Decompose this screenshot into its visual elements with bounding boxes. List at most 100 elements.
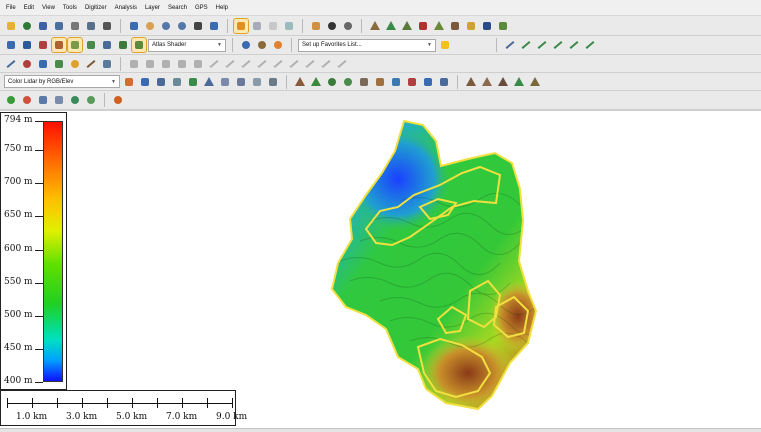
pin-icon[interactable] xyxy=(20,38,34,52)
chart-icon[interactable] xyxy=(116,38,130,52)
info-icon[interactable] xyxy=(325,19,339,33)
raster-icon[interactable] xyxy=(36,38,50,52)
search-icon[interactable] xyxy=(341,19,355,33)
grid-icon[interactable] xyxy=(100,38,114,52)
print-icon[interactable] xyxy=(100,19,114,33)
menu-item-tools[interactable]: Tools xyxy=(63,5,77,11)
move-icon[interactable] xyxy=(127,57,141,71)
clipboard-icon[interactable] xyxy=(100,57,114,71)
shade-tool-icon[interactable] xyxy=(67,37,83,53)
draw-polyline-icon[interactable] xyxy=(519,38,533,52)
delete-icon[interactable] xyxy=(266,19,280,33)
menu-item-help[interactable]: Help xyxy=(216,5,228,11)
extend-icon[interactable] xyxy=(287,57,301,71)
menu-item-gps[interactable]: GPS xyxy=(195,5,208,11)
table-icon[interactable] xyxy=(52,19,66,33)
waypoint-icon[interactable] xyxy=(84,93,98,107)
point-density-icon[interactable] xyxy=(266,75,280,89)
percent-icon[interactable] xyxy=(51,37,67,53)
valley-icon[interactable] xyxy=(512,75,526,89)
pan-hand-icon[interactable] xyxy=(143,19,157,33)
layer-style-select[interactable]: Color Lidar by RGB/Elev ▼ xyxy=(4,75,120,88)
open-folder-icon[interactable] xyxy=(4,19,18,33)
draw-line-icon[interactable] xyxy=(503,38,517,52)
select-points-icon[interactable] xyxy=(154,75,168,89)
peak-icon[interactable] xyxy=(496,75,510,89)
measure-ruler-icon[interactable] xyxy=(309,19,323,33)
draw-curve-icon[interactable] xyxy=(551,38,565,52)
shader-select[interactable]: Atlas Shader ▼ xyxy=(148,38,226,52)
filter-icon[interactable] xyxy=(122,75,136,89)
draw-stream-icon[interactable] xyxy=(567,38,581,52)
mountain-icon[interactable] xyxy=(464,75,478,89)
join-icon[interactable] xyxy=(191,57,205,71)
favorite-star-icon[interactable] xyxy=(438,38,452,52)
split-icon[interactable] xyxy=(175,57,189,71)
settings-gear-icon[interactable] xyxy=(255,38,269,52)
globe-icon[interactable] xyxy=(20,19,34,33)
smooth-icon[interactable] xyxy=(255,57,269,71)
gps-icon[interactable] xyxy=(68,93,82,107)
intersect-icon[interactable] xyxy=(303,57,317,71)
home-icon[interactable] xyxy=(207,19,221,33)
menu-item-file[interactable]: File xyxy=(6,5,16,11)
digitize-pencil-icon[interactable] xyxy=(233,17,249,34)
histogram-icon[interactable] xyxy=(84,38,98,52)
save-icon[interactable] xyxy=(36,19,50,33)
play-icon[interactable] xyxy=(4,93,18,107)
breakline-icon[interactable] xyxy=(234,75,248,89)
check-map-icon[interactable] xyxy=(496,19,510,33)
edit-vertex-icon[interactable] xyxy=(36,57,50,71)
profile-icon[interactable] xyxy=(400,19,414,33)
x-tool-icon[interactable] xyxy=(480,19,494,33)
edit-attributes-icon[interactable] xyxy=(282,19,296,33)
contour-icon[interactable] xyxy=(432,19,446,33)
tower-icon[interactable] xyxy=(448,19,462,33)
menu-item-layer[interactable]: Layer xyxy=(145,5,160,11)
record-path-icon[interactable] xyxy=(52,93,66,107)
rotate-icon[interactable] xyxy=(143,57,157,71)
ground-icon[interactable] xyxy=(293,75,307,89)
vegetation-icon[interactable] xyxy=(309,75,323,89)
lidar-grid-icon[interactable] xyxy=(170,75,184,89)
water-icon[interactable] xyxy=(389,75,403,89)
terrain-map[interactable] xyxy=(0,111,761,429)
terrain-icon[interactable] xyxy=(368,19,382,33)
cloud-icon[interactable] xyxy=(218,75,232,89)
classify-icon[interactable] xyxy=(186,75,200,89)
brush-icon[interactable] xyxy=(84,57,98,71)
cursor-icon[interactable] xyxy=(138,75,152,89)
menu-item-edit[interactable]: Edit xyxy=(24,5,34,11)
key-icon[interactable] xyxy=(421,75,435,89)
draw-arc-icon[interactable] xyxy=(535,38,549,52)
zoom-in-icon[interactable] xyxy=(159,19,173,33)
track-icon[interactable] xyxy=(36,93,50,107)
noise-icon[interactable] xyxy=(405,75,419,89)
flag-icon[interactable] xyxy=(416,19,430,33)
zoom-out-icon[interactable] xyxy=(175,19,189,33)
menu-item-search[interactable]: Search xyxy=(168,5,187,11)
menu-item-digitizer[interactable]: Digitizer xyxy=(85,5,107,11)
offset-icon[interactable] xyxy=(223,57,237,71)
elevation-icon[interactable] xyxy=(384,19,398,33)
menu-item-view[interactable]: View xyxy=(42,5,55,11)
world-icon[interactable] xyxy=(239,38,253,52)
erase-icon[interactable] xyxy=(335,57,349,71)
ridge-icon[interactable] xyxy=(528,75,542,89)
scale-icon[interactable] xyxy=(159,57,173,71)
cut-icon[interactable] xyxy=(319,57,333,71)
new-feature-icon[interactable] xyxy=(250,19,264,33)
back-arrow-icon[interactable] xyxy=(191,19,205,33)
canopy-icon[interactable] xyxy=(341,75,355,89)
trim-icon[interactable] xyxy=(271,57,285,71)
stop-icon[interactable] xyxy=(20,93,34,107)
triangle-icon[interactable] xyxy=(202,75,216,89)
paint-icon[interactable] xyxy=(68,57,82,71)
fill-gaps-icon[interactable] xyxy=(250,75,264,89)
map-canvas[interactable] xyxy=(0,110,761,428)
building-icon[interactable] xyxy=(357,75,371,89)
copy-icon[interactable] xyxy=(84,19,98,33)
menu-item-analysis[interactable]: Analysis xyxy=(115,5,137,11)
favorites-select[interactable]: Set up Favorites List... ▼ xyxy=(298,38,436,52)
pen-icon[interactable] xyxy=(4,57,18,71)
